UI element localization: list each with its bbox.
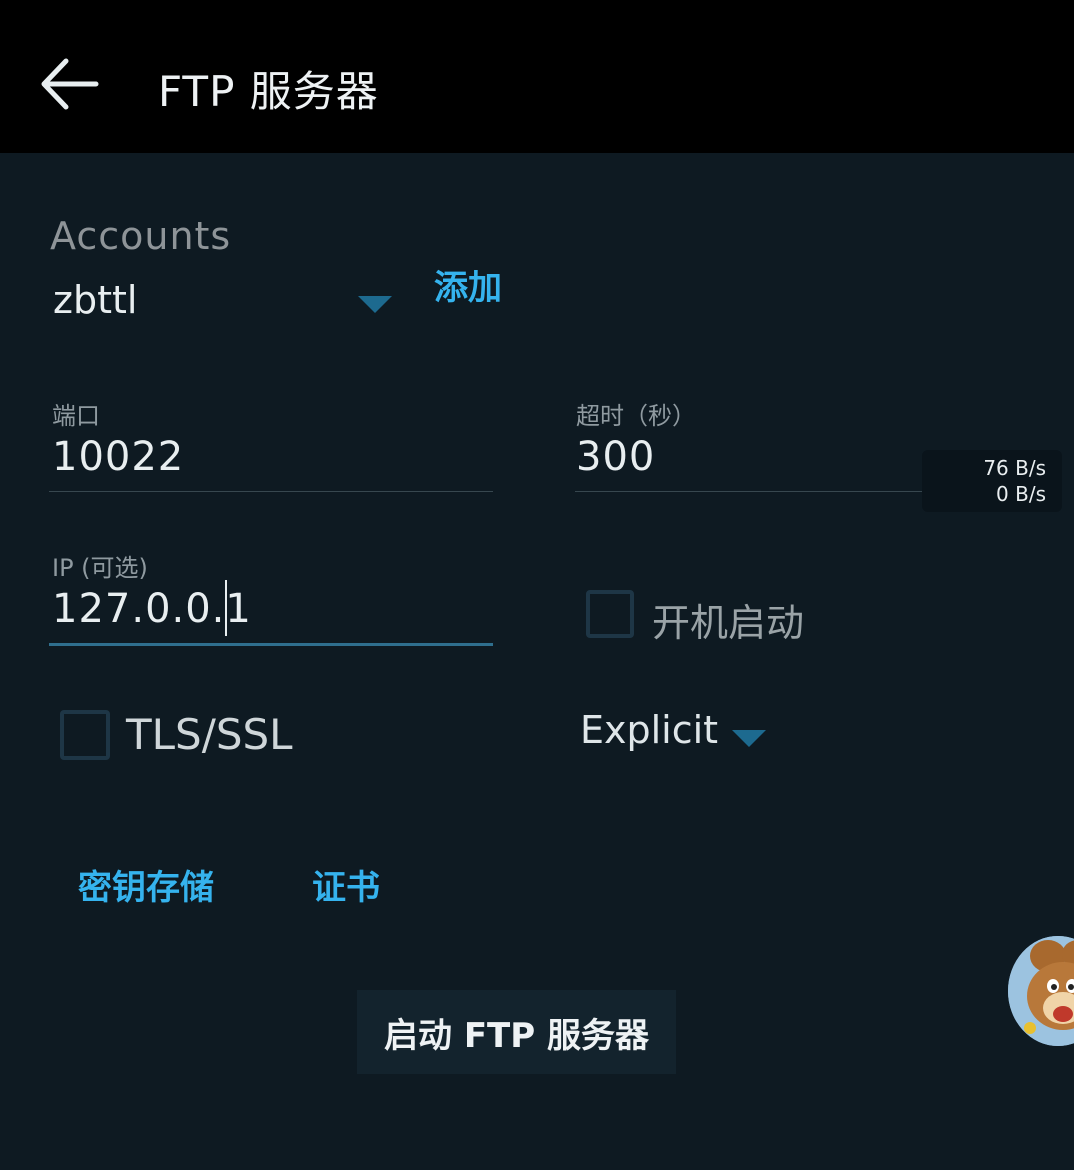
tls-label: TLS/SSL [126,710,293,759]
add-account-button[interactable]: 添加 [434,260,502,309]
floating-avatar-bubble[interactable] [1008,936,1074,1046]
page-title: FTP 服务器 [158,67,379,116]
download-speed: 0 B/s [996,482,1046,506]
autostart-label: 开机启动 [652,601,805,645]
dropdown-arrow-icon [358,296,392,313]
account-dropdown[interactable]: zbttl [50,276,398,332]
port-underline [49,491,493,492]
network-speed-overlay: 76 B/s 0 B/s [922,450,1062,512]
accounts-label: Accounts [50,214,232,258]
certificate-button[interactable]: 证书 [312,860,380,909]
port-input[interactable]: 10022 [52,434,184,480]
ip-input[interactable]: 127.0.0.1 [52,586,252,632]
port-label: 端口 [52,402,100,430]
ip-label: IP (可选) [52,554,148,582]
app-bar: FTP 服务器 [0,0,1074,153]
keystore-button[interactable]: 密钥存储 [78,860,214,909]
upload-speed: 76 B/s [983,456,1046,480]
tls-checkbox[interactable] [60,710,110,760]
tls-mode-dropdown[interactable]: Explicit [580,706,780,762]
start-ftp-server-button[interactable]: 启动 FTP 服务器 [357,990,676,1074]
timeout-label: 超时（秒） [576,402,696,430]
autostart-checkbox[interactable] [586,590,634,638]
tls-mode-value: Explicit [580,708,719,752]
back-arrow-icon[interactable] [38,52,102,116]
ip-underline [49,643,493,646]
dropdown-arrow-icon [732,730,766,747]
timeout-input[interactable]: 300 [576,434,655,480]
account-selected-value: zbttl [53,278,138,322]
cartoon-mouse-icon [1008,936,1074,1046]
text-caret [225,580,227,636]
